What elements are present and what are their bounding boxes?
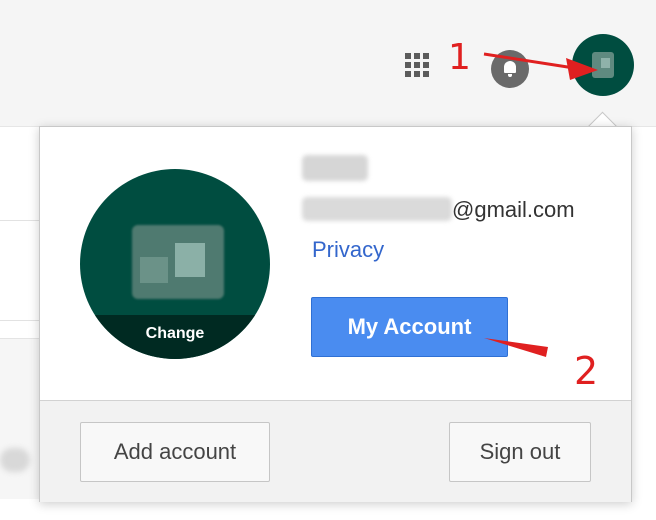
my-account-button[interactable]: My Account (311, 297, 508, 357)
sign-out-button[interactable]: Sign out (449, 422, 591, 482)
add-account-button[interactable]: Add account (80, 422, 270, 482)
background-divider (0, 320, 40, 321)
popup-footer: Add account Sign out (40, 400, 631, 502)
account-email-suffix: @gmail.com (452, 197, 575, 222)
account-email-redacted (302, 197, 452, 221)
annotation-number-1: 1 (448, 37, 471, 78)
notifications-bell-icon[interactable] (491, 50, 529, 88)
change-photo-label[interactable]: Change (80, 325, 270, 343)
background-blurred-item (0, 448, 30, 472)
account-name-redacted (302, 155, 368, 181)
privacy-link[interactable]: Privacy (312, 237, 384, 263)
background-divider (0, 220, 40, 221)
annotation-number-2: 2 (574, 349, 599, 393)
account-popup: Change @gmail.com Privacy My Account Add… (39, 126, 632, 502)
top-bar (0, 0, 656, 127)
account-avatar-button[interactable] (572, 34, 634, 96)
apps-grid-icon[interactable] (405, 53, 429, 77)
profile-avatar[interactable]: Change (80, 169, 270, 359)
background-panel (0, 338, 40, 499)
